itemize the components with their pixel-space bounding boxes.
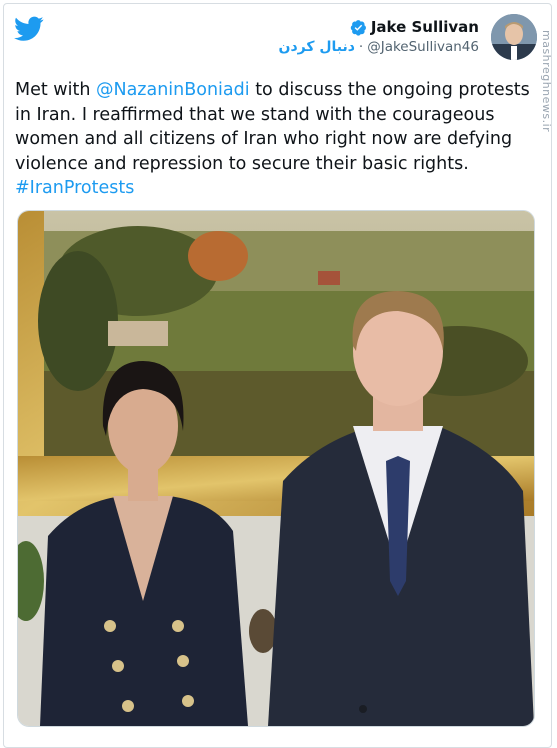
author-display-name[interactable]: Jake Sullivan [371, 18, 479, 36]
tweet-photo[interactable] [17, 210, 535, 727]
mention-link[interactable]: @NazaninBoniadi [96, 80, 250, 100]
hashtag-link[interactable]: #IranProtests [15, 178, 134, 198]
verified-badge-icon [350, 19, 366, 36]
site-watermark: mashreghnews.ir [540, 30, 553, 133]
tweet-author-block: Jake Sullivan دنبال کردن · @JakeSullivan… [279, 18, 480, 55]
meta-separator: · [358, 39, 364, 55]
twitter-bird-icon[interactable] [14, 16, 44, 42]
tweet-text: Met with @NazaninBoniadi to discuss the … [15, 78, 530, 201]
author-handle[interactable]: @JakeSullivan46 [367, 39, 479, 55]
follow-button[interactable]: دنبال کردن [279, 39, 355, 55]
avatar[interactable] [491, 14, 537, 60]
tweet-text-prefix: Met with [15, 80, 96, 100]
